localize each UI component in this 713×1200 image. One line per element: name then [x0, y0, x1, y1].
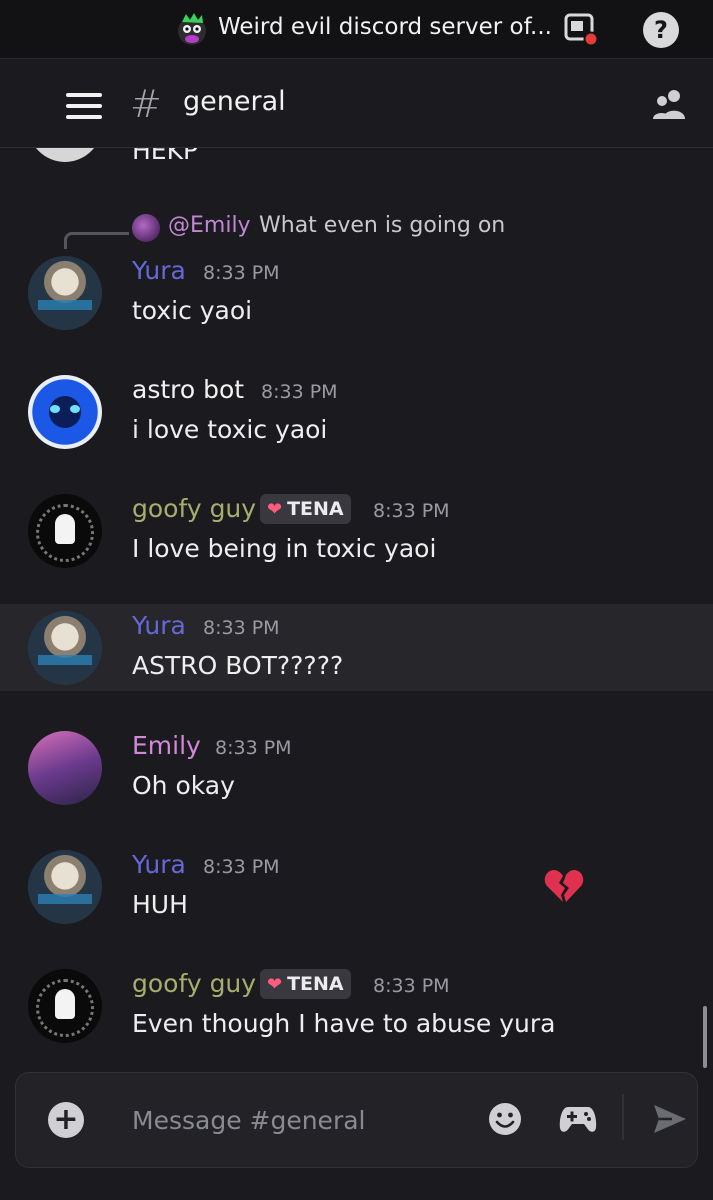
role-tag[interactable]: ❤ TENA: [260, 494, 351, 524]
author-name[interactable]: Yura: [132, 611, 186, 640]
avatar[interactable]: [28, 494, 102, 568]
timestamp: 8:33 PM: [203, 262, 280, 284]
message-item[interactable]: goofy guy ❤ TENA 8:33 PM Even though I ha…: [0, 961, 713, 1061]
timestamp: 8:33 PM: [373, 975, 450, 997]
message-item[interactable]: Yura 8:33 PM HUH: [0, 842, 713, 932]
avatar[interactable]: [28, 256, 102, 330]
author-name[interactable]: Yura: [132, 850, 186, 879]
emoji-icon[interactable]: [488, 1102, 522, 1136]
screen-share-icon[interactable]: [563, 12, 599, 48]
heart-icon: ❤: [267, 498, 283, 520]
avatar[interactable]: [28, 731, 102, 805]
avatar[interactable]: [28, 611, 102, 685]
timestamp: 8:33 PM: [215, 737, 292, 759]
avatar[interactable]: [28, 375, 102, 449]
plus-icon[interactable]: +: [48, 1102, 84, 1138]
role-tag-label: TENA: [287, 498, 344, 520]
message-text: Even though I have to abuse yura: [132, 1009, 556, 1038]
message-text: I love being in toxic yaoi: [132, 534, 437, 563]
server-avatar-icon[interactable]: [176, 12, 208, 46]
author-name[interactable]: goofy guy: [132, 494, 256, 523]
author-name[interactable]: goofy guy: [132, 969, 256, 998]
author-name[interactable]: Yura: [132, 256, 186, 285]
plus-glyph: +: [53, 1102, 79, 1137]
message-item[interactable]: Yura 8:33 PM toxic yaoi: [0, 248, 713, 338]
timestamp: 8:33 PM: [203, 617, 280, 639]
message-text: Oh okay: [132, 771, 235, 800]
author-name[interactable]: astro bot: [132, 375, 244, 404]
channel-hash-icon: #: [130, 82, 162, 126]
reply-avatar: [132, 214, 160, 242]
message-text: HEKP: [132, 148, 199, 165]
message-item[interactable]: Emily 8:33 PM Oh okay: [0, 723, 713, 813]
scrollbar[interactable]: [703, 1006, 707, 1068]
timestamp: 8:33 PM: [203, 856, 280, 878]
message-text: ASTRO BOT?????: [132, 651, 344, 680]
send-icon[interactable]: [652, 1102, 688, 1136]
help-glyph: ?: [654, 16, 668, 44]
broken-heart-icon: [544, 870, 584, 902]
message-item[interactable]: Yura 8:33 PM ASTRO BOT?????: [0, 604, 713, 691]
role-tag-label: TENA: [287, 973, 344, 995]
message-text: i love toxic yaoi: [132, 415, 328, 444]
help-icon[interactable]: ?: [643, 12, 679, 48]
message-input[interactable]: [132, 1100, 472, 1140]
avatar[interactable]: [28, 148, 102, 162]
message-item[interactable]: astro bot 8:33 PM i love toxic yaoi: [0, 367, 713, 457]
channel-name[interactable]: general: [183, 86, 286, 117]
reply-mention[interactable]: @Emily: [168, 213, 251, 238]
role-tag[interactable]: ❤ TENA: [260, 969, 351, 999]
message-item[interactable]: goofy guy ❤ TENA 8:33 PM I love being in …: [0, 486, 713, 576]
reply-preview-text[interactable]: What even is going on: [259, 213, 505, 238]
gamepad-icon[interactable]: [559, 1104, 597, 1134]
author-name[interactable]: Emily: [132, 731, 201, 760]
message-text: toxic yaoi: [132, 296, 253, 325]
members-icon[interactable]: [650, 86, 690, 122]
avatar[interactable]: [28, 969, 102, 1043]
hamburger-menu-icon[interactable]: [66, 93, 102, 119]
timestamp: 8:33 PM: [373, 500, 450, 522]
server-name[interactable]: Weird evil discord server of...: [218, 14, 552, 40]
channel-header: [0, 59, 713, 148]
message-text: HUH: [132, 890, 188, 919]
reply-connector: [64, 232, 129, 249]
timestamp: 8:33 PM: [261, 381, 338, 403]
avatar[interactable]: [28, 850, 102, 924]
heart-icon: ❤: [267, 973, 283, 995]
composer-divider: [622, 1094, 624, 1140]
